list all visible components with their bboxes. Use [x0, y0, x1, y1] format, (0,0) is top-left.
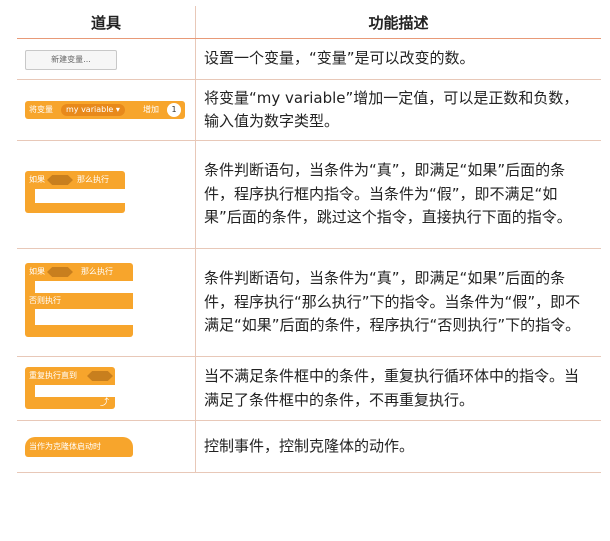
header-description: 功能描述: [195, 6, 601, 39]
table-header-row: 道具 功能描述: [17, 6, 601, 39]
if-then-block[interactable]: 如果 那么执行: [25, 171, 125, 215]
repeat-until-block[interactable]: 重复执行直到 ⤴: [25, 367, 115, 411]
else-divider: 否则执行: [25, 293, 133, 309]
header-tool: 道具: [17, 6, 196, 39]
description-cell: 将变量“my variable”增加一定值，可以是正数和负数，输入值为数字类型。: [195, 79, 601, 141]
repeat-until-header: 重复执行直到: [25, 367, 115, 385]
table-row: 当作为克隆体启动时 控制事件，控制克隆体的动作。: [17, 420, 601, 473]
clone-start-hat-block[interactable]: 当作为克隆体启动时: [25, 437, 133, 457]
description-cell: 当不满足条件框中的条件，重复执行循环体中的指令。当满足了条件框中的条件，不再重复…: [195, 356, 601, 421]
new-variable-button[interactable]: 新建变量...: [25, 50, 117, 70]
block-arm: [25, 189, 35, 203]
tool-cell: 将变量 my variable ▾ 增加 1: [17, 79, 196, 141]
block-arm: [25, 385, 35, 397]
tool-cell: 如果 那么执行 否则执行: [17, 248, 196, 357]
loop-arrow-icon: ⤴: [99, 398, 109, 408]
if-then-header: 如果 那么执行: [25, 171, 125, 189]
if-then-else-block[interactable]: 如果 那么执行 否则执行: [25, 263, 133, 343]
block-arm: [25, 281, 35, 293]
if-label: 如果: [29, 175, 45, 184]
else-label: 否则执行: [29, 296, 61, 305]
if-label: 如果: [29, 267, 45, 276]
tools-table: 道具 功能描述 新建变量... 设置一个变量，“变量”是可以改变的数。 将变量 …: [17, 6, 601, 473]
table-row: 如果 那么执行 条件判断语句，当条件为“真”，即满足“如果”后面的条件，程序执行…: [17, 140, 601, 249]
block-arm: [25, 309, 35, 325]
table-row: 如果 那么执行 否则执行 条件判断语句，当条件为“真”，即满足“如果”后面的条件…: [17, 248, 601, 357]
then-label: 那么执行: [77, 175, 109, 184]
tool-cell: 如果 那么执行: [17, 140, 196, 249]
change-variable-block[interactable]: 将变量 my variable ▾ 增加 1: [25, 101, 185, 119]
table-row: 重复执行直到 ⤴ 当不满足条件框中的条件，重复执行循环体中的指令。当满足了条件框…: [17, 356, 601, 421]
condition-slot[interactable]: [87, 371, 113, 381]
tool-cell: 当作为克隆体启动时: [17, 420, 196, 473]
condition-slot[interactable]: [47, 267, 73, 277]
description-cell: 设置一个变量，“变量”是可以改变的数。: [195, 38, 601, 80]
repeat-until-label: 重复执行直到: [29, 371, 77, 380]
if-else-header: 如果 那么执行: [25, 263, 133, 281]
value-input[interactable]: 1: [167, 103, 181, 117]
table-row: 新建变量... 设置一个变量，“变量”是可以改变的数。: [17, 38, 601, 80]
description-cell: 控制事件，控制克隆体的动作。: [195, 420, 601, 473]
block-foot: [25, 203, 125, 213]
then-label: 那么执行: [81, 267, 113, 276]
block-foot: [25, 325, 133, 337]
tool-cell: 重复执行直到 ⤴: [17, 356, 196, 421]
block-prefix-label: 将变量: [29, 105, 53, 114]
block-foot: ⤴: [25, 397, 115, 409]
description-cell: 条件判断语句，当条件为“真”，即满足“如果”后面的条件，程序执行框内指令。当条件…: [195, 140, 601, 249]
condition-slot[interactable]: [47, 175, 73, 185]
table-row: 将变量 my variable ▾ 增加 1 将变量“my variable”增…: [17, 79, 601, 141]
block-action-label: 增加: [143, 105, 159, 114]
tool-cell: 新建变量...: [17, 38, 196, 80]
description-cell: 条件判断语句，当条件为“真”，即满足“如果”后面的条件，程序执行“那么执行”下的…: [195, 248, 601, 357]
variable-dropdown[interactable]: my variable ▾: [61, 104, 125, 116]
